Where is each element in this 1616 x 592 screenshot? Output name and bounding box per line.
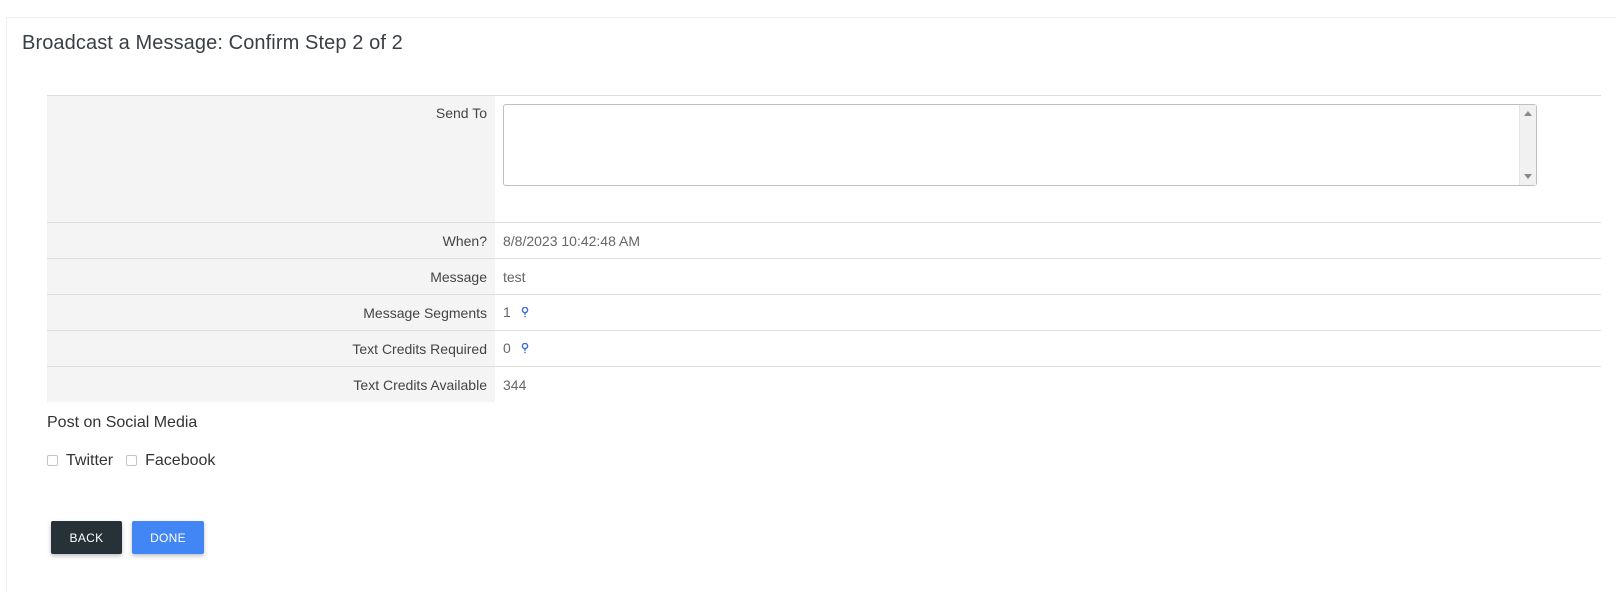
credits-required-cell: 0 bbox=[495, 330, 1601, 367]
twitter-label: Twitter bbox=[66, 452, 114, 469]
send-to-label: Send To bbox=[47, 95, 495, 223]
segments-cell: 1 bbox=[495, 294, 1601, 331]
send-to-scrollbar[interactable] bbox=[1519, 105, 1536, 185]
when-row: When? 8/8/2023 10:42:48 AM bbox=[47, 222, 1601, 259]
credits-required-value: 0 bbox=[503, 340, 511, 356]
facebook-option[interactable]: Facebook bbox=[126, 452, 215, 470]
twitter-checkbox[interactable] bbox=[47, 454, 58, 466]
when-value: 8/8/2023 10:42:48 AM bbox=[495, 222, 1601, 259]
when-label: When? bbox=[47, 222, 495, 259]
segments-help-icon[interactable] bbox=[521, 305, 529, 321]
credits-available-label: Text Credits Available bbox=[47, 366, 495, 402]
social-media-heading: Post on Social Media bbox=[47, 414, 198, 431]
send-to-row: Send To bbox=[47, 95, 1601, 223]
send-to-textarea[interactable] bbox=[504, 105, 1519, 185]
segments-value: 1 bbox=[503, 304, 511, 320]
message-value: test bbox=[495, 258, 1601, 295]
facebook-checkbox[interactable] bbox=[126, 454, 138, 466]
send-to-textarea-frame bbox=[503, 104, 1537, 186]
scroll-down-icon[interactable] bbox=[1524, 174, 1532, 179]
confirm-table: Send To When? 8/8/2023 10:42:48 AM Messa… bbox=[47, 95, 1601, 402]
back-button[interactable]: BACK bbox=[51, 521, 122, 554]
message-label: Message bbox=[47, 258, 495, 295]
credits-available-row: Text Credits Available 344 bbox=[47, 366, 1601, 402]
social-media-options: Twitter Facebook bbox=[47, 452, 228, 470]
credits-required-row: Text Credits Required 0 bbox=[47, 330, 1601, 367]
segments-label: Message Segments bbox=[47, 294, 495, 331]
send-to-cell bbox=[495, 95, 1601, 223]
message-row: Message test bbox=[47, 258, 1601, 295]
broadcast-panel: Broadcast a Message: Confirm Step 2 of 2… bbox=[6, 17, 1616, 592]
credits-help-icon[interactable] bbox=[521, 341, 529, 357]
credits-available-value: 344 bbox=[503, 376, 527, 393]
page-title: Broadcast a Message: Confirm Step 2 of 2 bbox=[22, 32, 403, 54]
credits-required-label: Text Credits Required bbox=[47, 330, 495, 367]
scroll-up-icon[interactable] bbox=[1524, 111, 1532, 116]
twitter-option[interactable]: Twitter bbox=[47, 452, 113, 470]
segments-row: Message Segments 1 bbox=[47, 294, 1601, 331]
done-button[interactable]: DONE bbox=[132, 521, 204, 554]
facebook-label: Facebook bbox=[145, 452, 216, 469]
